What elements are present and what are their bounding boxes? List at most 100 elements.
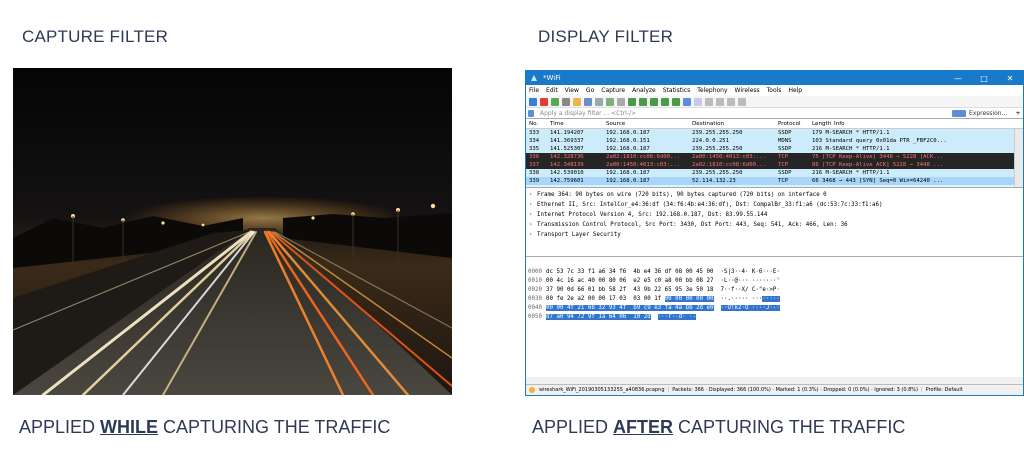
find-packet-icon[interactable] — [617, 97, 625, 106]
packet-row[interactable]: 338 142.539010 192.168.0.187 239.255.255… — [526, 169, 1023, 177]
go-to-packet-icon[interactable] — [650, 97, 658, 106]
bytes-offset: 0000 — [528, 268, 542, 275]
packet-source: 192.168.0.151 — [606, 138, 650, 144]
column-no[interactable]: No. — [526, 121, 550, 127]
last-packet-icon[interactable] — [672, 97, 680, 106]
expand-arrow-icon[interactable]: › — [529, 212, 537, 218]
go-back-icon[interactable] — [628, 97, 636, 106]
apply-filter-button[interactable] — [952, 109, 966, 117]
packet-row[interactable]: 333 141.194207 192.168.0.187 239.255.255… — [526, 129, 1023, 137]
bytes-row[interactable]: 0010 00 4c 16 ac 40 00 80 06 e2 e5 c0 a8 … — [526, 276, 1023, 285]
packet-destination: 239.255.255.250 — [692, 146, 743, 152]
go-forward-icon[interactable] — [639, 97, 647, 106]
zoom-out-icon[interactable] — [716, 97, 724, 106]
start-capture-icon[interactable] — [529, 97, 537, 106]
packet-time: 141.194207 — [550, 130, 584, 136]
packet-row[interactable]: 334 141.369337 192.168.0.151 224.0.0.251… — [526, 137, 1023, 145]
packet-protocol: TCP — [778, 162, 789, 168]
menu-help[interactable]: Help — [788, 87, 802, 94]
expand-arrow-icon[interactable]: › — [529, 202, 537, 208]
column-source[interactable]: Source — [606, 121, 692, 127]
detail-text: Frame 364: 90 bytes on wire (720 bits), … — [537, 192, 827, 198]
packet-row[interactable]: 336 142.328736 2a02:1810:cc08:6d00... 2a… — [526, 153, 1023, 161]
reload-icon[interactable] — [606, 97, 614, 106]
resize-columns-icon[interactable] — [738, 97, 746, 106]
menu-view[interactable]: View — [565, 87, 579, 94]
zoom-reset-icon[interactable] — [727, 97, 735, 106]
expression-button[interactable]: Expression... — [969, 110, 1013, 117]
colorize-icon[interactable] — [694, 97, 702, 106]
menu-capture[interactable]: Capture — [601, 87, 625, 94]
packet-source: 192.168.0.187 — [606, 130, 650, 136]
options-icon[interactable] — [562, 97, 570, 106]
bytes-offset: 0050 — [528, 313, 542, 320]
packet-no: 333 — [529, 130, 540, 136]
packet-counts: Packets: 366 · Displayed: 366 (100.0%) ·… — [672, 387, 918, 393]
detail-tree-item[interactable]: › Transport Layer Security — [526, 230, 1023, 240]
packet-row[interactable]: 337 142.348139 2a00:1450:4013:c03:... 2a… — [526, 161, 1023, 169]
packet-protocol: SSDP — [778, 130, 792, 136]
packet-source: 192.168.0.187 — [606, 170, 650, 176]
bytes-ascii: ··.····· ··· — [713, 295, 763, 302]
menu-file[interactable]: File — [529, 87, 539, 94]
packet-no: 335 — [529, 146, 540, 152]
window-title: *WiFi — [543, 74, 561, 82]
menu-bar: File Edit View Go Capture Analyze Statis… — [526, 85, 1023, 96]
close-file-icon[interactable] — [595, 97, 603, 106]
menu-wireless[interactable]: Wireless — [735, 87, 760, 94]
packet-list-header: No. Time Source Destination Protocol Len… — [526, 119, 1023, 129]
menu-tools[interactable]: Tools — [767, 87, 782, 94]
stop-capture-icon[interactable] — [540, 97, 548, 106]
add-filter-button[interactable]: + — [1013, 110, 1023, 117]
packet-list-scrollbar[interactable] — [1014, 129, 1023, 187]
save-file-icon[interactable] — [584, 97, 592, 106]
zoom-in-icon[interactable] — [705, 97, 713, 106]
bytes-offset: 0030 — [528, 295, 542, 302]
maximize-button[interactable]: □ — [971, 74, 997, 83]
menu-analyze[interactable]: Analyze — [632, 87, 656, 94]
column-info[interactable]: Info — [834, 121, 1023, 127]
bytes-row[interactable]: 0030 00 fe 2e a2 00 00 17 03 03 00 1f 00 … — [526, 294, 1023, 303]
column-length[interactable]: Length — [812, 121, 834, 127]
packet-info: 216 M-SEARCH * HTTP/1.1 — [812, 146, 890, 152]
menu-telephony[interactable]: Telephony — [697, 87, 727, 94]
detail-text: Ethernet II, Src: IntelCor_e4:36:df (34:… — [537, 202, 883, 208]
first-packet-icon[interactable] — [661, 97, 669, 106]
bytes-row[interactable]: 0000 dc 53 7c 33 f1 a6 34 f6 4b e4 36 df … — [526, 267, 1023, 276]
bytes-hex-highlight: 00 00 00 00 00 — [664, 295, 714, 302]
expert-info-icon[interactable] — [529, 387, 535, 393]
detail-tree-item[interactable]: › Internet Protocol Version 4, Src: 192.1… — [526, 210, 1023, 220]
caption-suffix: CAPTURING THE TRAFFIC — [673, 417, 906, 437]
open-file-icon[interactable] — [573, 97, 581, 106]
menu-go[interactable]: Go — [586, 87, 594, 94]
detail-tree-item[interactable]: › Ethernet II, Src: IntelCor_e4:36:df (34… — [526, 200, 1023, 210]
packet-row[interactable]: 339 142.759601 192.168.0.187 52.114.132.… — [526, 177, 1023, 185]
display-filter-input[interactable]: Apply a display filter ... <Ctrl-/> — [537, 110, 952, 117]
bytes-ascii — [651, 314, 658, 320]
bookmark-icon[interactable] — [528, 109, 534, 117]
bytes-row[interactable]: 0020 37 90 0d 66 01 bb 58 2f 43 9b 22 65 … — [526, 285, 1023, 294]
restart-capture-icon[interactable] — [551, 97, 559, 106]
column-destination[interactable]: Destination — [692, 121, 778, 127]
expand-arrow-icon[interactable]: › — [529, 192, 537, 198]
packet-protocol: SSDP — [778, 170, 792, 176]
menu-statistics[interactable]: Statistics — [663, 87, 690, 94]
bytes-row[interactable]: 0050 d7 a0 94 72 9f 1a 64 06 10 2d ···r··… — [526, 312, 1023, 321]
profile-selector[interactable]: Profile: Default — [926, 387, 963, 393]
detail-tree-item[interactable]: › Frame 364: 90 bytes on wire (720 bits),… — [526, 190, 1023, 200]
menu-edit[interactable]: Edit — [546, 87, 558, 94]
expand-arrow-icon[interactable]: › — [529, 222, 537, 228]
close-button[interactable]: ✕ — [997, 74, 1023, 83]
packet-row[interactable]: 335 141.525307 192.168.0.187 239.255.255… — [526, 145, 1023, 153]
bytes-offset: 0020 — [528, 286, 542, 293]
packet-time: 141.525307 — [550, 146, 584, 152]
column-time[interactable]: Time — [550, 121, 606, 127]
column-protocol[interactable]: Protocol — [778, 121, 812, 127]
expand-arrow-icon[interactable]: › — [529, 232, 537, 238]
minimize-button[interactable]: — — [945, 74, 971, 83]
autoscroll-icon[interactable] — [683, 97, 691, 106]
packet-time: 142.539010 — [550, 170, 584, 176]
detail-tree-item[interactable]: › Transmission Control Protocol, Src Port… — [526, 220, 1023, 230]
wireshark-window: *WiFi — □ ✕ File Edit View Go Capture An… — [525, 70, 1024, 396]
bytes-row[interactable]: 0040 00 00 4f 21 6b 32 93 4f b9 c9 e3 fa … — [526, 303, 1023, 312]
